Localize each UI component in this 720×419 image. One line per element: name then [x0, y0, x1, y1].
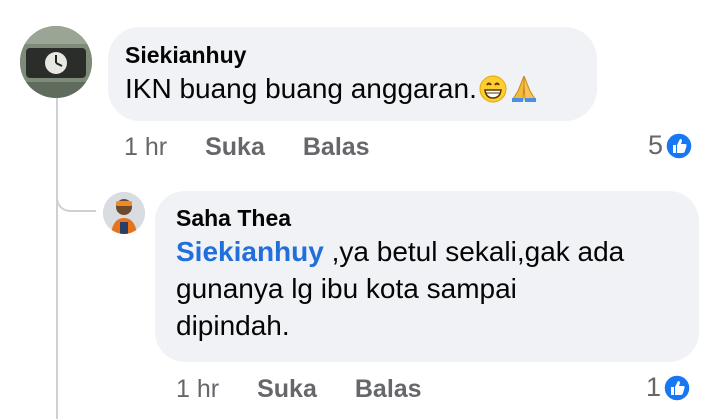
folded-hands-emoji: [509, 73, 539, 112]
reply-avatar[interactable]: [103, 192, 145, 234]
reply-bubble: Saha Thea Siekianhuy ,ya betul sekali,ga…: [155, 191, 699, 362]
comment-time[interactable]: 1 hr: [124, 133, 167, 161]
reply-reply-button[interactable]: Balas: [355, 375, 422, 403]
thumbs-up-icon: [665, 131, 693, 160]
grinning-face-emoji: [479, 75, 507, 112]
reply-time[interactable]: 1 hr: [176, 375, 219, 403]
comment-bubble: Siekianhuy IKN buang buang anggaran.: [108, 27, 597, 121]
like-button[interactable]: Suka: [205, 133, 265, 161]
reply-line-2: gunanya lg ibu kota sampai: [176, 273, 517, 304]
reply-line-3: dipindah.: [176, 310, 290, 341]
reply-reaction-count: 1: [646, 372, 662, 402]
comment-text: IKN buang buang anggaran.: [125, 70, 580, 112]
person-avatar-icon: [103, 192, 145, 234]
reply-text: Siekianhuy ,ya betul sekali,gak ada guna…: [176, 233, 678, 344]
reaction-count: 5: [648, 130, 664, 160]
avatar[interactable]: [20, 26, 92, 98]
thread-line: [56, 96, 58, 419]
comment-author[interactable]: Siekianhuy: [125, 40, 580, 70]
mention-link[interactable]: Siekianhuy: [176, 236, 324, 267]
reply-like-button[interactable]: Suka: [257, 375, 317, 403]
reply-connector: [56, 168, 96, 212]
reply-actions: 1 hr Suka Balas: [176, 374, 422, 404]
reaction-summary[interactable]: 5: [648, 130, 693, 161]
reply-author[interactable]: Saha Thea: [176, 203, 678, 233]
comment-actions: 1 hr Suka Balas: [124, 132, 370, 162]
reply-reaction-summary[interactable]: 1: [646, 372, 691, 403]
reply-button[interactable]: Balas: [303, 133, 370, 161]
thumbs-up-icon: [663, 373, 691, 402]
clock-avatar-icon: [20, 26, 92, 98]
reply-line-1: ,ya betul sekali,gak ada: [323, 236, 625, 267]
comment-body: IKN buang buang anggaran.: [125, 73, 477, 104]
